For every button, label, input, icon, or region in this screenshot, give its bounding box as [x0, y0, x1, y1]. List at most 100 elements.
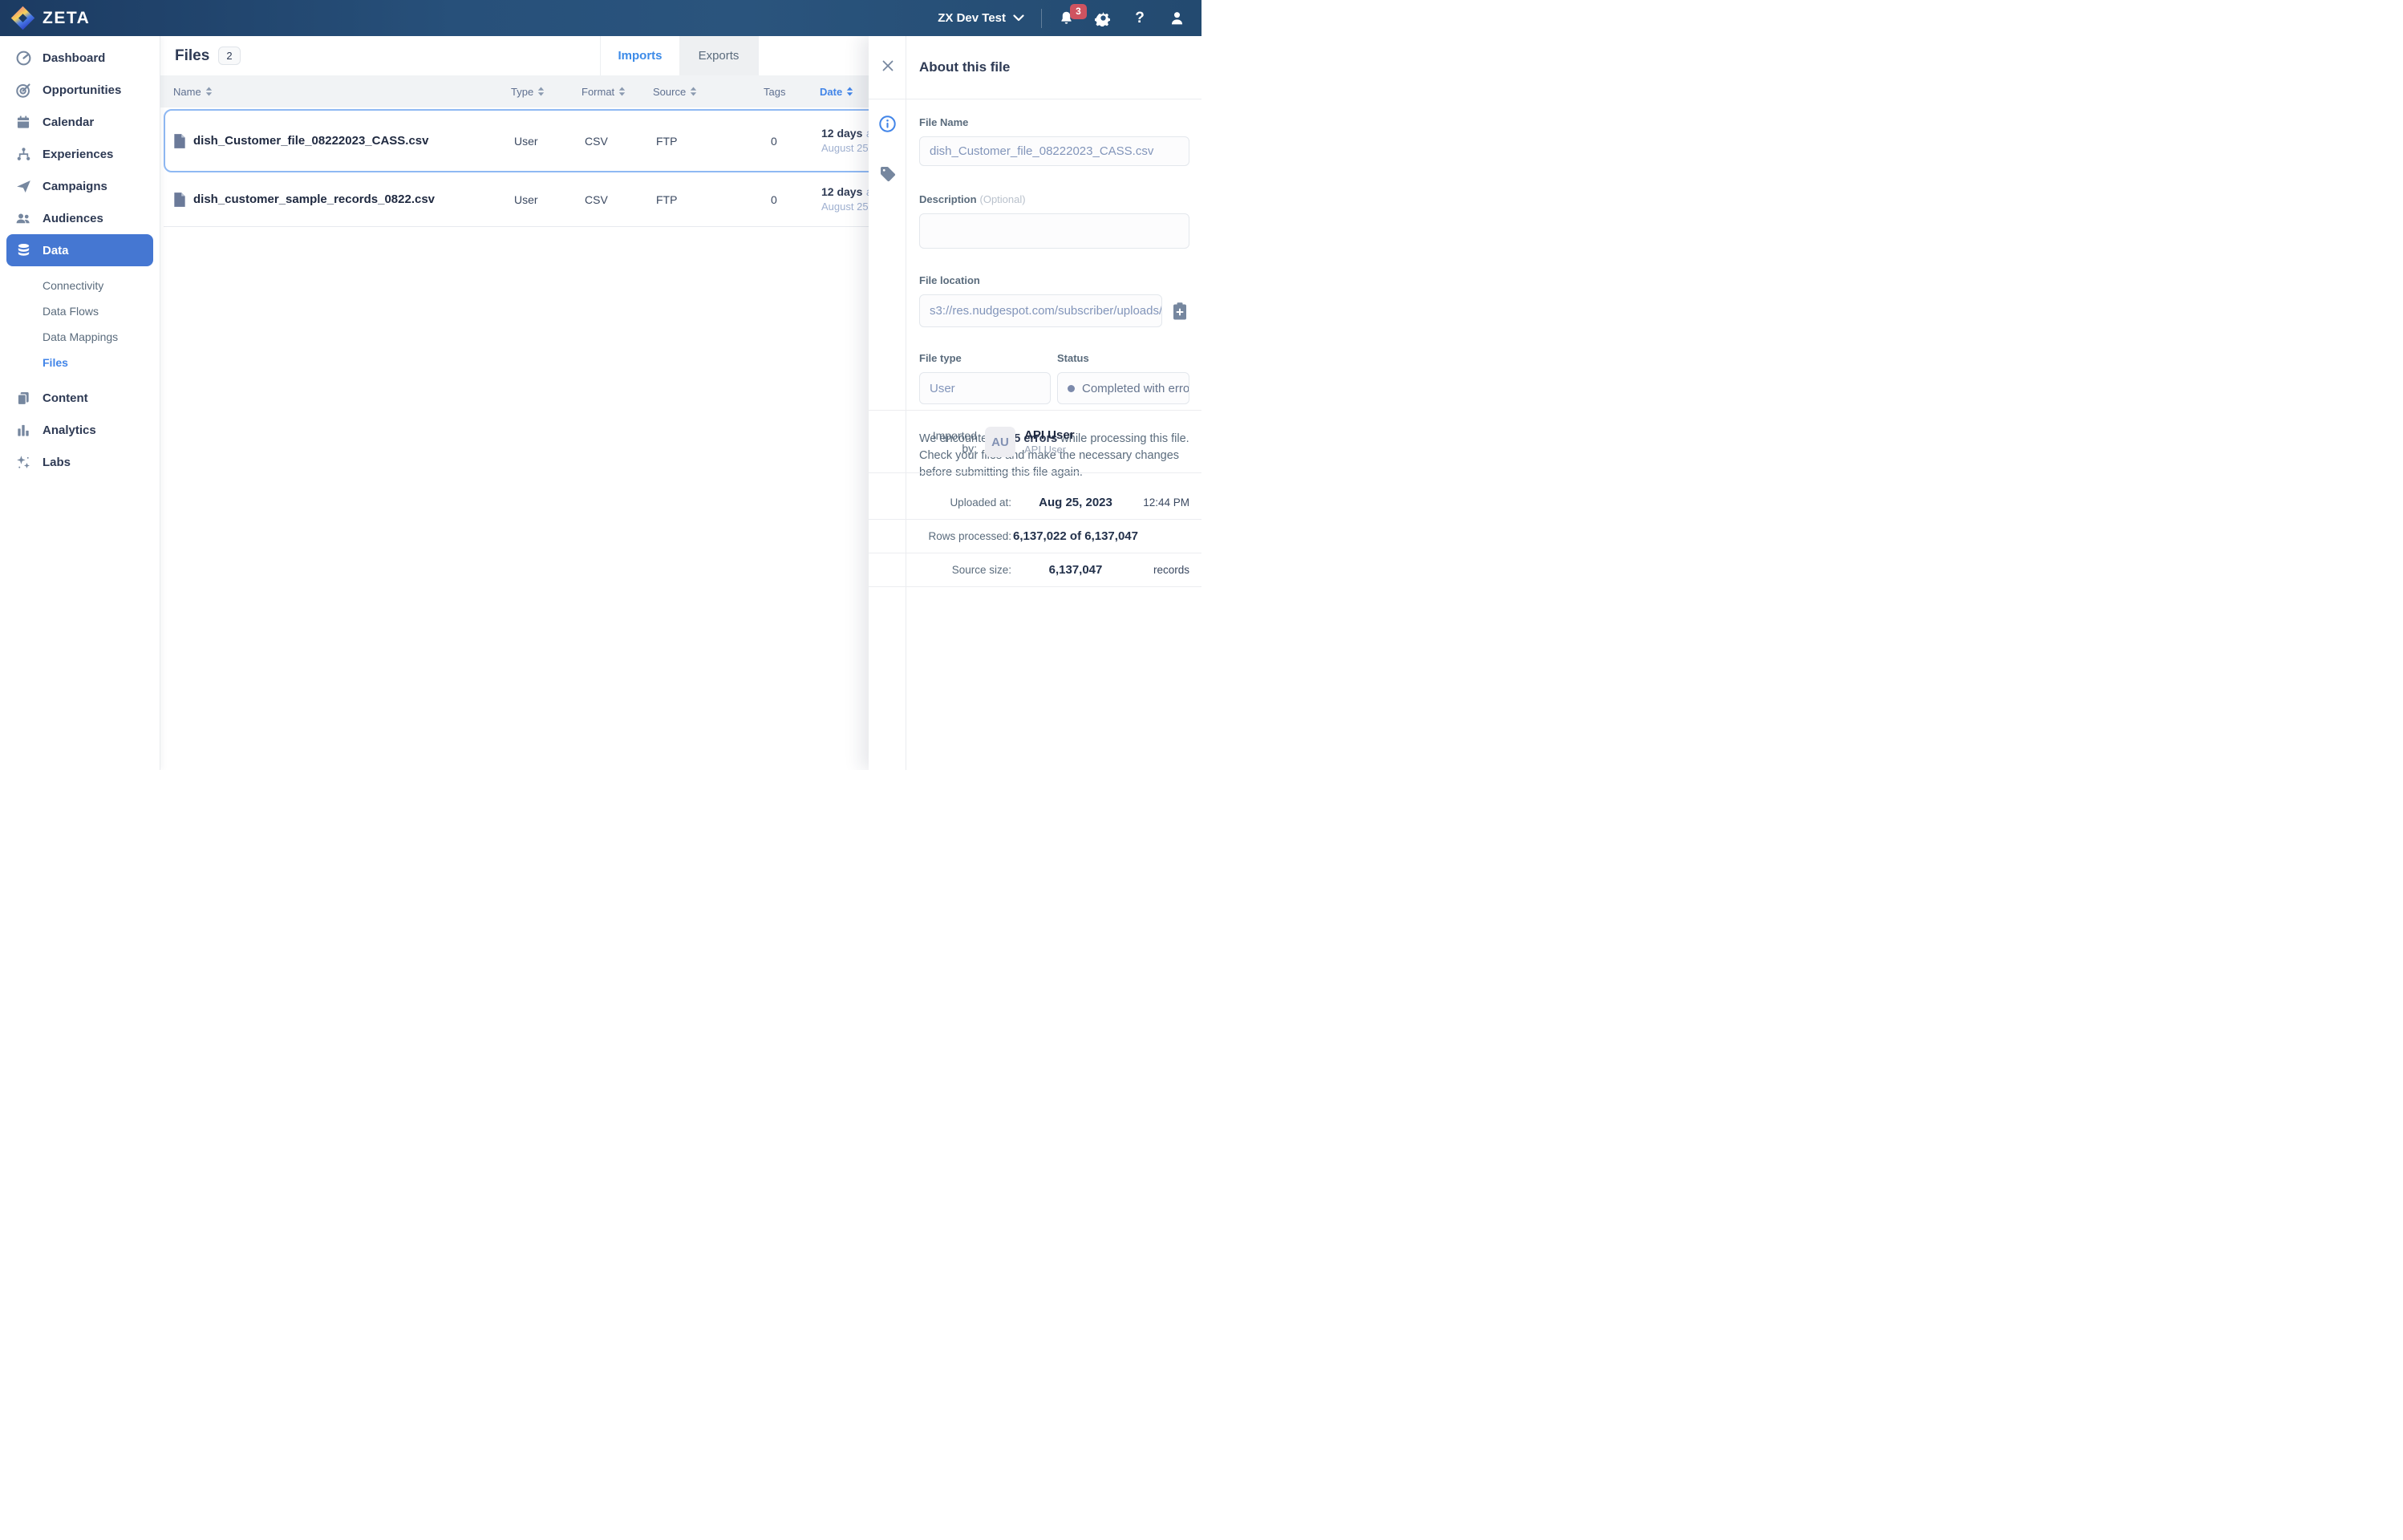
page-title: Files: [175, 47, 209, 65]
uploaded-at-value: Aug 25, 2023: [1011, 496, 1140, 509]
source-size-unit: records: [1140, 564, 1189, 576]
sidebar-item-data[interactable]: Data: [6, 234, 153, 266]
imported-by-label: Imported by:: [919, 429, 977, 455]
account-switcher[interactable]: ZX Dev Test: [938, 11, 1024, 25]
sparkles-icon: [14, 454, 33, 471]
tab-imports[interactable]: Imports: [601, 36, 679, 75]
table-row[interactable]: dish_customer_sample_records_0822.csv Us…: [164, 172, 910, 227]
importer-name: API User: [1024, 428, 1075, 442]
sidebar-item-calendar[interactable]: Calendar: [0, 106, 160, 138]
close-icon: [881, 59, 894, 72]
file-location-label: File location: [919, 274, 1189, 286]
documents-icon: [14, 390, 33, 407]
description-input[interactable]: [919, 213, 1189, 249]
column-header-date[interactable]: Date: [820, 75, 853, 107]
section-divider: [869, 410, 1202, 411]
file-icon: [173, 192, 186, 208]
column-header-type[interactable]: Type: [511, 75, 545, 107]
brand-name: ZETA: [43, 9, 90, 28]
settings-button[interactable]: [1094, 10, 1112, 27]
sidebar-item-audiences[interactable]: Audiences: [0, 202, 160, 234]
status-box: Completed with errors: [1057, 372, 1189, 404]
sidebar-item-opportunities[interactable]: Opportunities: [0, 74, 160, 106]
question-mark-icon: ?: [1135, 10, 1145, 27]
source-cell: FTP: [656, 111, 677, 171]
format-cell: CSV: [585, 111, 608, 171]
info-tab-button[interactable]: [869, 111, 906, 136]
status-value: Completed with errors: [1082, 382, 1189, 395]
bar-chart-icon: [14, 422, 33, 439]
sidebar-item-dashboard[interactable]: Dashboard: [0, 42, 160, 74]
tags-cell: 0: [771, 172, 777, 226]
file-location-input[interactable]: s3://res.nudgespot.com/subscriber/upload…: [919, 294, 1162, 327]
description-label: Description(Optional): [919, 193, 1189, 205]
sidebar-item-labs[interactable]: Labs: [0, 446, 160, 478]
paper-plane-icon: [14, 178, 33, 195]
status-dot-icon: [1068, 385, 1075, 392]
table-row[interactable]: dish_Customer_file_08222023_CASS.csv Use…: [164, 109, 910, 172]
sidebar-item-experiences[interactable]: Experiences: [0, 138, 160, 170]
column-header-tags[interactable]: Tags: [764, 75, 785, 107]
file-icon: [173, 133, 186, 149]
section-divider: [869, 472, 1202, 473]
rows-processed-label: Rows processed:: [919, 530, 1011, 542]
copy-location-button[interactable]: [1170, 301, 1189, 322]
close-panel-button[interactable]: [869, 54, 906, 78]
column-header-source[interactable]: Source: [653, 75, 697, 107]
flow-icon: [14, 146, 33, 163]
sidebar-label: Analytics: [43, 424, 96, 437]
file-name-input[interactable]: dish_Customer_file_08222023_CASS.csv: [919, 136, 1189, 166]
source-size-row: Source size: 6,137,047 records: [919, 553, 1189, 586]
avatar: AU: [985, 427, 1015, 457]
people-icon: [14, 210, 33, 227]
file-details-panel: About this file File Name dish_Customer_…: [869, 36, 1202, 770]
sidebar-label: Campaigns: [43, 180, 107, 193]
sidebar-label: Labs: [43, 456, 71, 469]
data-subnav: Connectivity Data Flows Data Mappings Fi…: [0, 273, 160, 375]
column-header-name[interactable]: Name: [173, 75, 213, 107]
navbar-divider: [1041, 9, 1042, 28]
file-name: dish_customer_sample_records_0822.csv: [193, 192, 435, 206]
sidebar-item-data-mappings[interactable]: Data Mappings: [0, 324, 160, 350]
uploaded-at-label: Uploaded at:: [919, 496, 1011, 509]
sidebar-item-connectivity[interactable]: Connectivity: [0, 273, 160, 298]
sort-icon: [690, 87, 697, 96]
tab-bar: Imports Exports: [600, 36, 759, 75]
app-window: ZETA ZX Dev Test 3: [0, 0, 1202, 770]
file-name: dish_Customer_file_08222023_CASS.csv: [193, 134, 429, 148]
notifications-button[interactable]: 3: [1057, 10, 1075, 27]
file-cell: dish_Customer_file_08222023_CASS.csv: [173, 111, 429, 171]
calendar-icon: [14, 114, 33, 131]
file-type-input[interactable]: User: [919, 372, 1051, 404]
file-type-label: File type: [919, 352, 1051, 364]
brand[interactable]: ZETA: [0, 6, 90, 30]
account-name: ZX Dev Test: [938, 11, 1006, 25]
file-cell: dish_customer_sample_records_0822.csv: [173, 172, 435, 226]
sidebar-item-data-flows[interactable]: Data Flows: [0, 298, 160, 324]
status-label: Status: [1057, 352, 1189, 364]
type-cell: User: [514, 111, 538, 171]
source-size-label: Source size:: [919, 564, 1011, 576]
sidebar-label: Calendar: [43, 116, 94, 129]
tags-tab-button[interactable]: [869, 162, 906, 186]
row-divider: [869, 586, 1202, 587]
sidebar-item-campaigns[interactable]: Campaigns: [0, 170, 160, 202]
notification-count-badge: 3: [1070, 4, 1087, 19]
source-cell: FTP: [656, 172, 677, 226]
sidebar-item-files[interactable]: Files: [0, 350, 160, 375]
user-menu-button[interactable]: [1168, 10, 1185, 27]
sort-icon: [205, 87, 213, 96]
file-name-label: File Name: [919, 116, 1189, 128]
info-icon: [878, 115, 897, 133]
help-button[interactable]: ?: [1131, 10, 1149, 27]
tab-exports[interactable]: Exports: [679, 36, 758, 75]
sidebar-item-content[interactable]: Content: [0, 382, 160, 414]
sidebar-label: Dashboard: [43, 51, 105, 65]
type-cell: User: [514, 172, 538, 226]
column-header-format[interactable]: Format: [582, 75, 626, 107]
navbar-right: ZX Dev Test 3: [938, 9, 1202, 28]
sidebar-label: Audiences: [43, 212, 103, 225]
sidebar-item-analytics[interactable]: Analytics: [0, 414, 160, 446]
uploaded-at-row: Uploaded at: Aug 25, 2023 12:44 PM: [919, 485, 1189, 519]
source-size-value: 6,137,047: [1011, 563, 1140, 577]
